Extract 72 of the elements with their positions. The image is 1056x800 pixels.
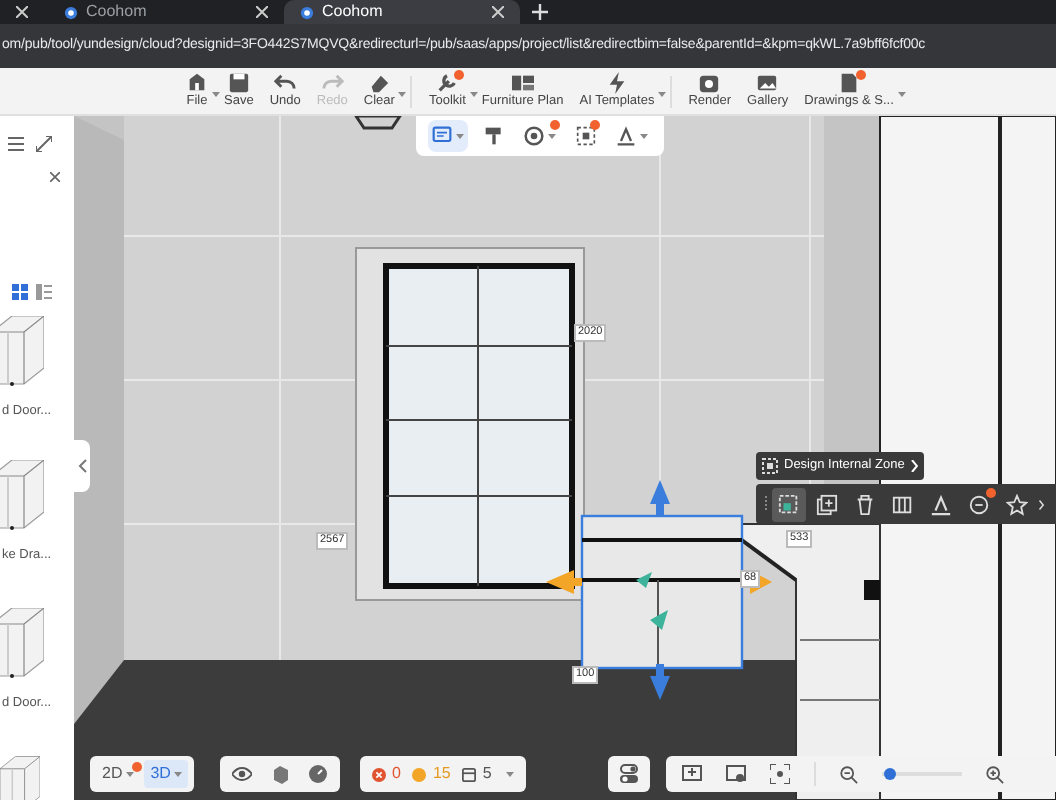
copy-icon — [816, 493, 838, 515]
columns-icon — [892, 493, 914, 515]
close-icon — [492, 6, 504, 18]
camera-view-icon — [682, 764, 702, 784]
list-icon — [8, 136, 24, 152]
camera-view-button[interactable] — [682, 764, 702, 784]
collapse-panel-button[interactable] — [74, 440, 90, 492]
list-view-button[interactable] — [36, 284, 52, 300]
caret-icon — [174, 771, 183, 777]
warning-icon — [412, 767, 427, 781]
ruler-icon — [616, 126, 636, 146]
drag-handle-icon — [764, 496, 768, 512]
new-tab-icon — [532, 4, 548, 20]
focus-icon — [770, 764, 790, 784]
focus-button[interactable] — [770, 764, 790, 784]
expand-icon — [36, 136, 52, 152]
document-icon — [838, 72, 861, 94]
gauge-button[interactable] — [308, 764, 328, 784]
paint-roller-icon — [484, 126, 504, 146]
redo-icon — [321, 72, 344, 94]
slider-thumb[interactable] — [884, 768, 896, 780]
lightning-icon — [605, 72, 628, 94]
caret-icon — [505, 771, 514, 777]
cube-icon — [270, 764, 290, 784]
chevron-right-icon — [910, 460, 919, 472]
camera-settings-button[interactable] — [726, 764, 746, 784]
cabinet-thumbnail-icon — [0, 756, 40, 800]
trash-icon — [854, 493, 876, 515]
view-mode-tab[interactable]: 2D — [96, 760, 141, 788]
chevron-right-icon — [1038, 499, 1044, 509]
ruler-icon — [930, 493, 952, 515]
toggle-settings-button[interactable] — [608, 756, 650, 792]
grid-icon — [12, 284, 28, 300]
eye-button[interactable] — [232, 764, 252, 784]
toggle-icon — [620, 764, 638, 784]
eraser-icon — [368, 72, 391, 94]
issues-button[interactable]: 0 15 5 — [360, 756, 526, 792]
undo-icon — [274, 72, 297, 94]
frame-icon — [576, 126, 596, 146]
eye-icon — [232, 764, 252, 784]
site-logo-icon — [300, 5, 314, 19]
context-tool-button[interactable] — [772, 487, 806, 521]
list-view-icon — [36, 284, 52, 300]
annotation-icon — [432, 126, 452, 146]
window-icon — [462, 767, 477, 781]
selected-cabinet-drawing[interactable] — [546, 476, 772, 700]
star-icon — [1006, 493, 1028, 515]
view-mode-tab[interactable]: 3D — [144, 760, 189, 788]
cube-button[interactable] — [270, 764, 290, 784]
zone-icon — [762, 458, 778, 474]
wrench-icon — [436, 72, 459, 94]
error-icon — [372, 767, 386, 781]
caret-icon — [126, 771, 135, 777]
browser-tab[interactable]: Coohom — [284, 0, 520, 24]
cabinet-thumbnail-icon — [0, 608, 44, 678]
chevron-left-icon — [77, 458, 87, 474]
gauge-icon — [308, 764, 328, 784]
close-icon — [256, 6, 268, 18]
view-tool-button[interactable] — [428, 120, 468, 152]
select-zone-icon — [778, 493, 800, 515]
camera-settings-icon — [726, 764, 746, 784]
grid-view-button[interactable] — [12, 284, 28, 300]
zoom-out-button[interactable] — [840, 765, 858, 783]
zoom-in-button[interactable] — [986, 765, 1004, 783]
close-icon — [50, 172, 60, 182]
cabinet-thumbnail-icon — [0, 316, 44, 386]
site-logo-icon — [64, 5, 78, 19]
zoom-in-icon — [986, 765, 1004, 783]
zoom-out-icon — [840, 765, 858, 783]
cabinet-thumbnail-icon — [0, 460, 44, 530]
close-icon — [16, 6, 28, 18]
layout-icon — [511, 72, 534, 94]
